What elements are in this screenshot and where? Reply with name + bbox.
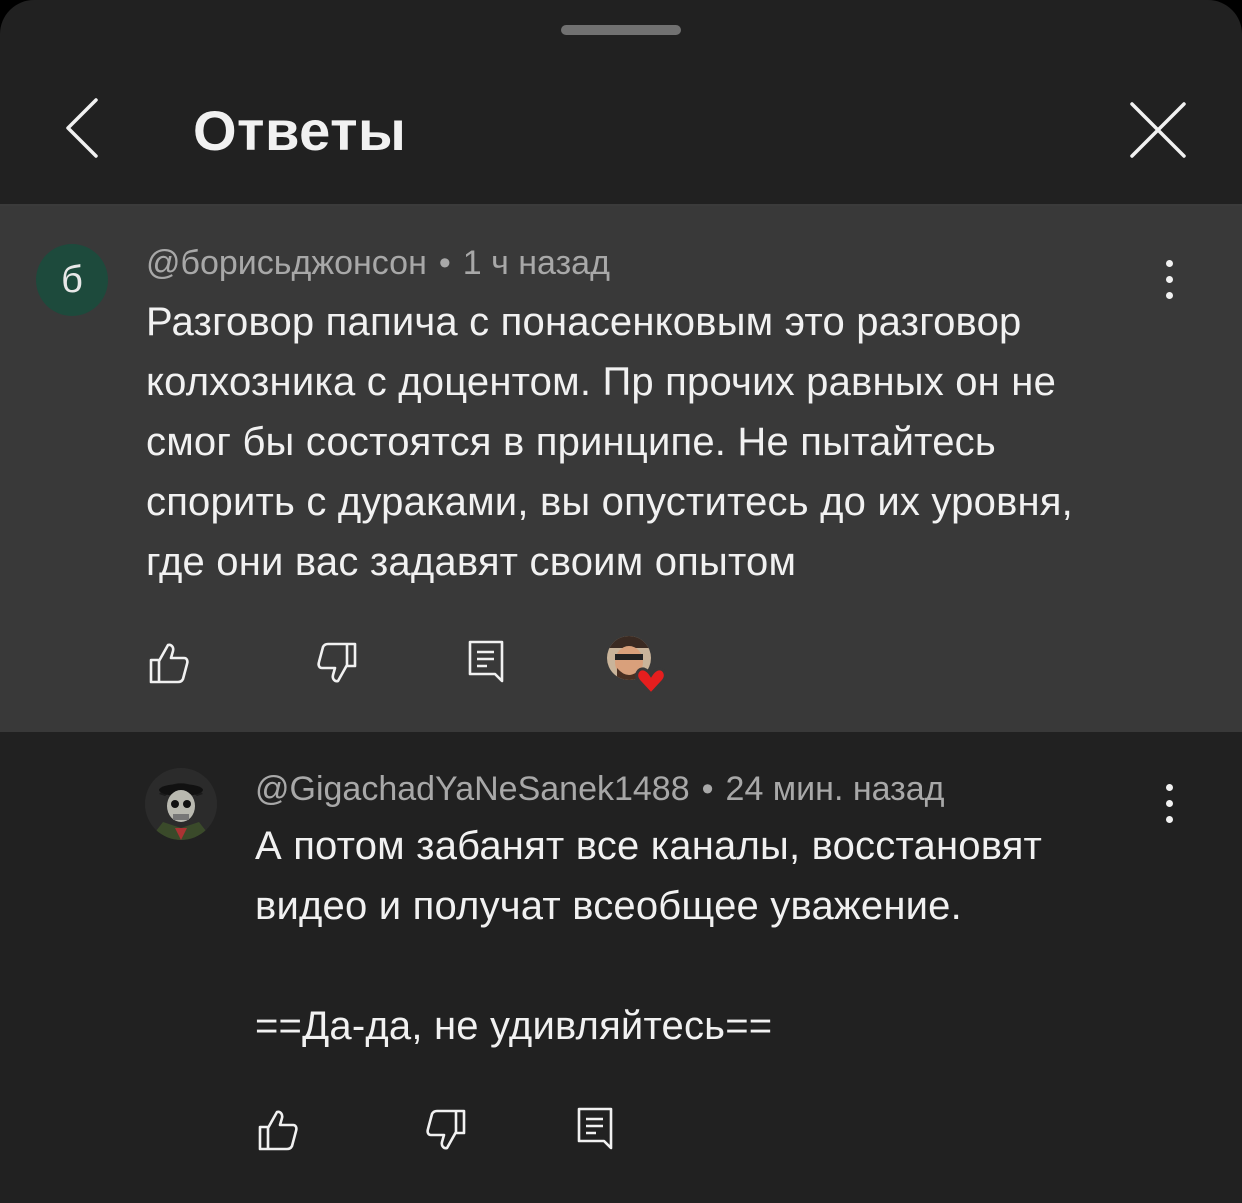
chevron-left-icon bbox=[66, 98, 98, 158]
comment-icon bbox=[468, 640, 504, 683]
author-name[interactable]: @борисьджонсон bbox=[146, 244, 427, 282]
comment-icon bbox=[577, 1107, 613, 1150]
like-button[interactable] bbox=[145, 639, 193, 687]
meta-separator: • bbox=[701, 770, 714, 808]
avatar[interactable]: б bbox=[36, 244, 108, 316]
comment-text: А потом забанят все каналы, восстановят … bbox=[255, 824, 1043, 1048]
creator-heart-badge bbox=[605, 634, 671, 696]
meta-separator: • bbox=[438, 244, 451, 282]
close-button[interactable] bbox=[1124, 96, 1192, 164]
dislike-button[interactable] bbox=[313, 639, 361, 687]
drag-handle[interactable] bbox=[561, 25, 681, 35]
reply-button[interactable] bbox=[463, 637, 511, 685]
dislike-button[interactable] bbox=[422, 1106, 470, 1154]
creator-heart-icon bbox=[607, 636, 667, 696]
back-button[interactable] bbox=[52, 96, 116, 160]
reply-button[interactable] bbox=[572, 1104, 620, 1152]
parent-comment: б @борисьджонсон • 1 ч назад Разговор папи… bbox=[0, 206, 1242, 732]
thumb-down-icon bbox=[426, 1109, 466, 1150]
thumb-up-icon bbox=[149, 643, 189, 684]
comment-meta: @борисьджонсон • 1 ч назад bbox=[146, 244, 610, 283]
header: Ответы bbox=[0, 60, 1242, 204]
timestamp: 1 ч назад bbox=[462, 244, 610, 282]
skull-avatar-image bbox=[145, 768, 217, 840]
thumb-down-icon bbox=[317, 642, 357, 683]
author-name[interactable]: @GigachadYaNeSanek1488 bbox=[255, 770, 690, 808]
close-icon bbox=[1130, 102, 1186, 158]
thumb-up-icon bbox=[258, 1110, 298, 1151]
timestamp: 24 мин. назад bbox=[725, 770, 945, 808]
replies-sheet: Ответы б @борисьджонсон • 1 ч назад Разгов… bbox=[0, 0, 1242, 1203]
avatar[interactable] bbox=[145, 768, 217, 840]
page-title: Ответы bbox=[193, 99, 407, 162]
like-button[interactable] bbox=[254, 1106, 302, 1154]
comment-text: Разговор папича с понасенковым это разго… bbox=[146, 300, 1073, 584]
comment-meta: @GigachadYaNeSanek1488 • 24 мин. назад bbox=[255, 770, 945, 809]
reply-comment: @GigachadYaNeSanek1488 • 24 мин. назад А п… bbox=[0, 732, 1242, 1203]
